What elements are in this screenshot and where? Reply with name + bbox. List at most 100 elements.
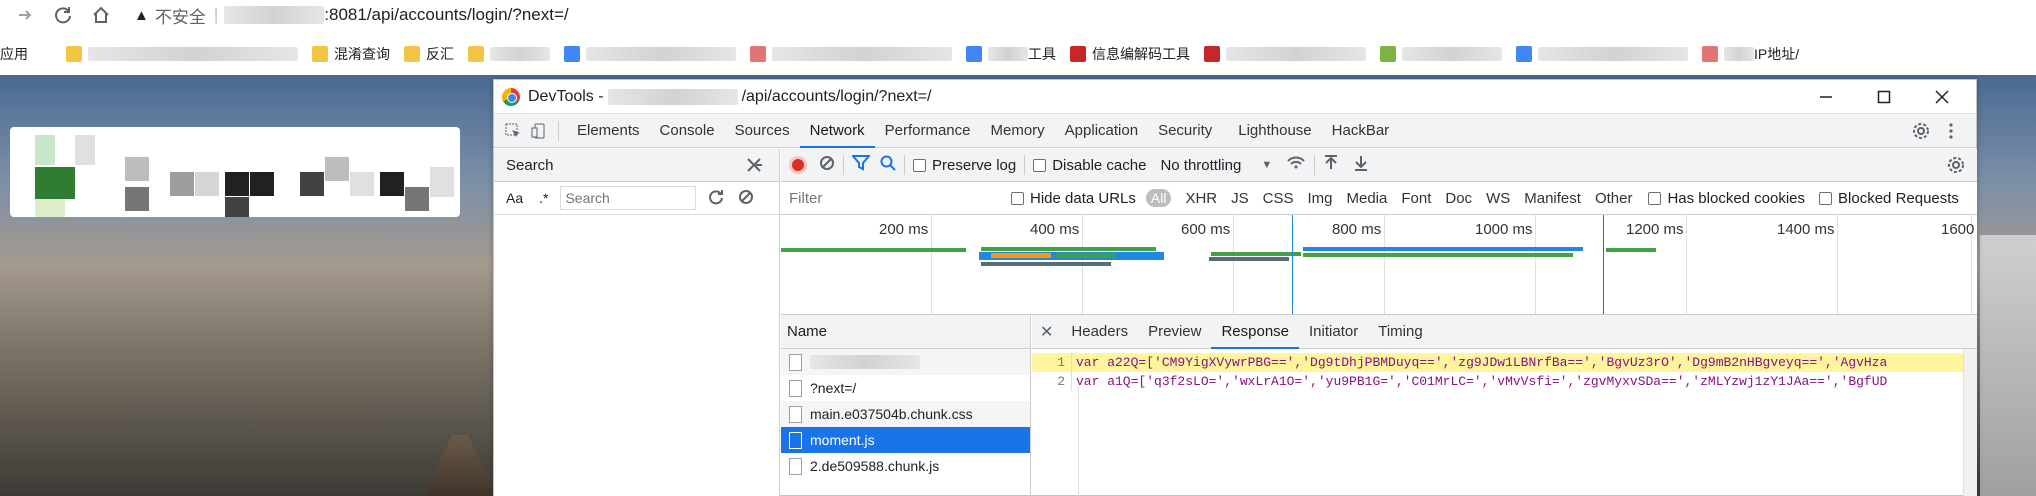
tab-network[interactable]: Network <box>799 114 875 148</box>
tab-elements[interactable]: Elements <box>567 114 650 148</box>
import-har-icon[interactable] <box>1323 155 1339 175</box>
timeline-bar <box>1303 253 1573 257</box>
bookmark-item[interactable] <box>1204 46 1366 62</box>
filter-type-ws[interactable]: WS <box>1486 190 1510 207</box>
filter-type-other[interactable]: Other <box>1595 190 1633 207</box>
chevron-down-icon[interactable]: ▼ <box>1261 159 1272 171</box>
chrome-logo-icon <box>502 87 520 106</box>
more-options-icon[interactable] <box>1940 120 1962 142</box>
regex-toggle[interactable]: .* <box>539 190 548 206</box>
bookmark-item[interactable] <box>564 46 736 62</box>
match-case-toggle[interactable]: Aa <box>506 190 523 206</box>
maximize-icon[interactable] <box>1856 80 1912 114</box>
filter-type-font[interactable]: Font <box>1401 190 1431 207</box>
search-icon[interactable] <box>880 155 896 175</box>
export-har-icon[interactable] <box>1353 155 1369 175</box>
filter-type-manifest[interactable]: Manifest <box>1524 190 1581 207</box>
timeline-tick: 1200 ms <box>1626 221 1684 238</box>
preserve-log-checkbox[interactable] <box>913 158 926 172</box>
bookmark-item[interactable] <box>1380 46 1502 62</box>
has-blocked-cookies-checkbox[interactable] <box>1648 191 1662 205</box>
filter-type-media[interactable]: Media <box>1347 190 1388 207</box>
request-row[interactable] <box>781 349 1030 375</box>
site-icon <box>750 46 766 62</box>
clear-icon[interactable] <box>819 155 835 175</box>
bookmark-item[interactable] <box>750 46 952 62</box>
filter-type-doc[interactable]: Doc <box>1445 190 1472 207</box>
refresh-search-icon[interactable] <box>708 189 724 208</box>
clear-results-icon[interactable] <box>738 189 754 208</box>
bookmark-item[interactable]: IP地址/ <box>1702 44 1799 64</box>
filter-type-all[interactable]: All <box>1145 189 1172 207</box>
request-row[interactable]: 2.de509588.chunk.js <box>781 453 1030 479</box>
blurred-logo <box>10 127 460 217</box>
omnibox[interactable]: ▲ 不安全 | :8081/api/accounts/login/?next=/ <box>134 3 569 28</box>
hide-data-urls-checkbox[interactable] <box>1011 191 1024 205</box>
site-icon <box>1380 46 1396 62</box>
request-row-selected[interactable]: moment.js <box>781 427 1030 453</box>
tab-hackbar[interactable]: HackBar <box>1322 114 1400 148</box>
search-input[interactable] <box>560 186 697 210</box>
tab-memory[interactable]: Memory <box>981 114 1055 148</box>
close-icon[interactable] <box>1914 80 1970 114</box>
timeline-bar <box>1606 248 1656 252</box>
toolbar-divider <box>904 155 905 175</box>
tab-response[interactable]: Response <box>1211 315 1300 349</box>
tab-preview[interactable]: Preview <box>1138 315 1211 349</box>
tab-timing[interactable]: Timing <box>1368 315 1432 349</box>
home-icon[interactable] <box>88 2 114 28</box>
bookmark-label: 应用 <box>0 46 28 62</box>
code-line: 1 var a22Q=['CM9YigXVywrPBG==','Dg9tDhjP… <box>1032 353 1977 372</box>
bookmark-apps[interactable]: 应用 <box>0 44 28 64</box>
inspect-element-icon[interactable] <box>502 120 524 142</box>
blocked-requests-checkbox[interactable] <box>1819 191 1833 205</box>
filter-type-css[interactable]: CSS <box>1263 190 1294 207</box>
devtools-title-path: /api/accounts/login/?next=/ <box>741 87 932 105</box>
filter-type-img[interactable]: Img <box>1307 190 1332 207</box>
bookmark-item[interactable]: 反汇 <box>404 44 454 64</box>
request-row[interactable]: main.e037504b.chunk.css <box>781 401 1030 427</box>
network-overview-timeline[interactable]: 200 ms 400 ms 600 ms 800 ms 1000 ms 1200… <box>781 215 1977 315</box>
bookmark-item[interactable] <box>468 46 550 62</box>
blurred-title-host <box>607 88 738 105</box>
tab-performance[interactable]: Performance <box>875 114 981 148</box>
network-settings-icon[interactable] <box>1947 156 1965 178</box>
timeline-gridline <box>1686 215 1687 314</box>
request-row[interactable]: ?next=/ <box>781 375 1030 401</box>
vertical-scrollbar[interactable] <box>1963 349 1977 496</box>
detail-tabs: ✕ Headers Preview Response Initiator Tim… <box>1032 315 1977 349</box>
response-code-view[interactable]: 1 var a22Q=['CM9YigXVywrPBG==','Dg9tDhjP… <box>1032 349 1977 496</box>
disable-cache-checkbox[interactable] <box>1033 158 1047 172</box>
bookmark-item[interactable] <box>1516 46 1688 62</box>
tab-application[interactable]: Application <box>1055 114 1148 148</box>
tab-console[interactable]: Console <box>650 114 725 148</box>
throttling-select[interactable]: No throttling <box>1160 157 1241 174</box>
name-column-header[interactable]: Name <box>787 323 827 340</box>
minimize-icon[interactable] <box>1798 80 1854 114</box>
preserve-log-label: Preserve log <box>932 156 1017 174</box>
filter-input[interactable] <box>789 186 997 210</box>
tab-initiator[interactable]: Initiator <box>1299 315 1368 349</box>
tab-headers[interactable]: Headers <box>1061 315 1138 349</box>
tab-sources[interactable]: Sources <box>725 114 800 148</box>
filter-type-xhr[interactable]: XHR <box>1185 190 1217 207</box>
forward-icon[interactable] <box>12 2 38 28</box>
tab-lighthouse[interactable]: Lighthouse <box>1228 114 1321 148</box>
settings-gear-icon[interactable] <box>1910 120 1932 142</box>
filter-type-js[interactable]: JS <box>1231 190 1249 207</box>
clear-search-icon[interactable] <box>746 157 762 177</box>
bookmark-item[interactable] <box>66 46 298 62</box>
search-panel-title: Search <box>506 156 554 174</box>
reload-icon[interactable] <box>50 2 76 28</box>
bookmark-item[interactable]: 混淆查询 <box>312 44 390 64</box>
device-toolbar-icon[interactable] <box>528 120 550 142</box>
bookmark-item[interactable]: 信息编解码工具 <box>1070 44 1190 64</box>
bookmark-item[interactable]: 工具 <box>966 44 1056 64</box>
timeline-bar <box>1209 257 1289 261</box>
network-conditions-icon[interactable] <box>1286 155 1306 175</box>
tab-security[interactable]: Security <box>1148 114 1222 148</box>
filter-icon[interactable] <box>850 155 872 175</box>
record-icon[interactable] <box>789 156 807 174</box>
blurred-host <box>224 6 325 24</box>
close-detail-icon[interactable]: ✕ <box>1040 322 1053 342</box>
